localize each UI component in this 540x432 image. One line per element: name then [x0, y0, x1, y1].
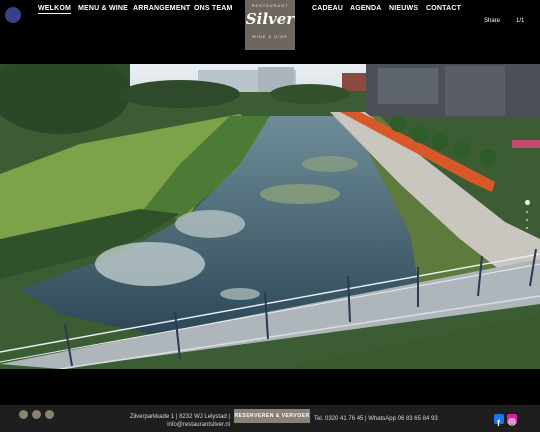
avatar[interactable]	[5, 7, 21, 23]
logo-top-text: RESTAURANT	[251, 3, 289, 8]
award-badge-icon	[19, 410, 28, 419]
slide-dot-2[interactable]	[526, 211, 528, 213]
nav-cadeau[interactable]: CADEAU	[312, 5, 343, 12]
footer-address-line: Zilverparkkade 1 | 8232 WJ Lelystad |	[129, 414, 230, 420]
nav-nieuws[interactable]: NIEUWS	[389, 5, 418, 12]
nav-ons-team[interactable]: ONS TEAM	[194, 5, 233, 12]
nav-menu-wine[interactable]: MENU & WINE	[78, 5, 128, 12]
nav-arrangement[interactable]: ARRANGEMENT	[133, 5, 190, 12]
nav-agenda[interactable]: AGENDA	[350, 5, 382, 12]
reserve-button[interactable]: RESERVEREN & VERVOER	[234, 409, 310, 423]
svg-text:f: f	[497, 418, 501, 427]
nav-welkom[interactable]: WELKOM	[38, 5, 72, 14]
share-button[interactable]: Share	[484, 18, 500, 24]
restaurant-logo[interactable]: RESTAURANT Silver WINE & DINE	[245, 0, 295, 50]
slide-dot-3[interactable]	[526, 219, 528, 221]
award-badge-icon	[45, 410, 54, 419]
slide-dot-4[interactable]	[526, 227, 528, 229]
logo-bottom-text: WINE & DINE	[252, 34, 288, 39]
slide-indicator	[524, 200, 530, 235]
logo-main-text: Silver	[245, 10, 295, 28]
footer-email[interactable]: info@restaurantsilver.nl	[114, 421, 230, 429]
footer-address: Zilverparkkade 1 | 8232 WJ Lelystad | in…	[114, 413, 230, 429]
slide-dot-1[interactable]	[524, 200, 530, 205]
footer-contact[interactable]: Tel. 0320 41 76 45 | WhatsApp 06 83 65 8…	[314, 416, 438, 422]
nav-contact[interactable]: CONTACT	[426, 5, 461, 12]
facebook-icon[interactable]: f	[494, 414, 504, 428]
hero-image-aerial-canal	[0, 64, 540, 369]
slide-counter: 1/1	[516, 18, 525, 24]
instagram-icon[interactable]	[507, 414, 517, 426]
award-badge-icon	[32, 410, 41, 419]
